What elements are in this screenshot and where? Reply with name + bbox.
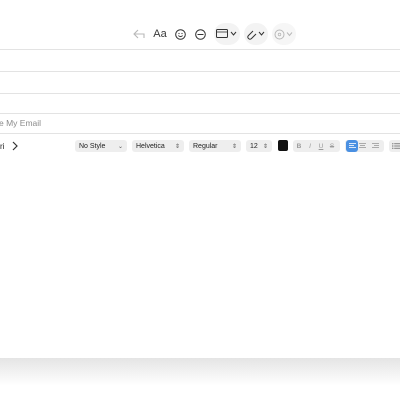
tag-icon <box>274 29 294 40</box>
bold-button[interactable]: B <box>294 140 304 152</box>
strikethrough-button[interactable]: S <box>327 140 337 152</box>
signature-row: e My Email <box>0 113 400 133</box>
photo-browser-icon <box>216 29 238 39</box>
font-icon: Aa <box>153 28 167 40</box>
style-value: No Style <box>79 142 106 150</box>
desktop-background <box>0 358 400 400</box>
align-right-icon[interactable] <box>372 143 379 149</box>
mail-compose-window: Aa e My Email ri No Style ⌄ Helvetica ⇕ … <box>0 0 400 358</box>
name-fragment: ri <box>0 141 5 151</box>
signature-label: e My Email <box>0 118 42 128</box>
size-value: 12 <box>250 142 258 150</box>
attachment-button[interactable] <box>244 23 268 45</box>
text-color-swatch[interactable] <box>278 140 288 151</box>
updown-icon: ⇕ <box>262 143 268 150</box>
font-size-select[interactable]: 12 ⇕ <box>246 140 272 152</box>
font-weight-select[interactable]: Regular ⇕ <box>189 140 241 152</box>
reply-arrow-icon[interactable] <box>131 24 147 44</box>
message-body[interactable] <box>0 156 400 358</box>
toolbar: Aa <box>0 0 400 49</box>
weight-value: Regular <box>193 142 218 150</box>
minus-circle-icon[interactable] <box>192 24 208 44</box>
emoji-icon[interactable] <box>172 24 188 44</box>
italic-button[interactable]: I <box>305 140 315 152</box>
updown-icon: ⇕ <box>231 143 237 150</box>
attachment-icon <box>246 29 266 40</box>
chevron-right-icon[interactable] <box>11 140 19 152</box>
chevron-down-icon: ⌄ <box>117 143 123 150</box>
font-value: Helvetica <box>136 142 165 150</box>
align-center-icon[interactable] <box>359 143 366 149</box>
tag-button[interactable] <box>272 23 296 45</box>
align-left-button[interactable] <box>346 140 358 152</box>
photo-browser-button[interactable] <box>214 23 240 45</box>
paragraph-style-select[interactable]: No Style ⌄ <box>75 140 127 152</box>
underline-button[interactable]: U <box>316 140 326 152</box>
font-family-select[interactable]: Helvetica ⇕ <box>132 140 184 152</box>
updown-icon: ⇕ <box>174 143 180 150</box>
font-button[interactable]: Aa <box>152 24 168 44</box>
to-field[interactable] <box>0 50 400 72</box>
divider <box>0 133 400 134</box>
cc-field[interactable] <box>0 72 400 94</box>
list-icon[interactable] <box>392 143 400 149</box>
align-left-icon <box>348 143 356 149</box>
